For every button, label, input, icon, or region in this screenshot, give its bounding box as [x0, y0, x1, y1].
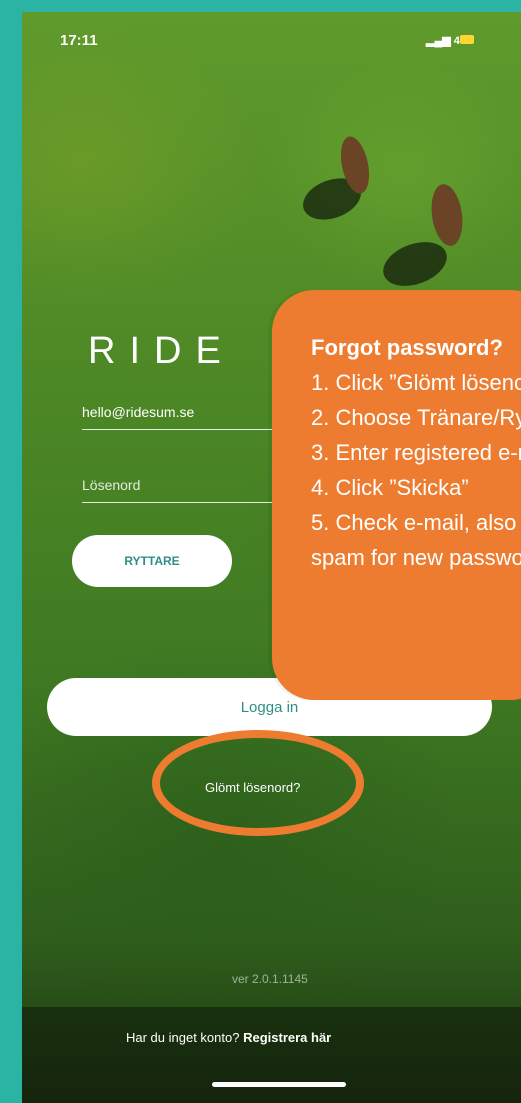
callout-title: Forgot password?: [311, 335, 503, 360]
callout-step: 1. Click ”Glömt lösenord?”: [311, 370, 521, 395]
callout-step: 5. Check e-mail, also: [311, 510, 517, 535]
version-label: ver 2.0.1.1145: [232, 972, 308, 986]
rider-toggle-button[interactable]: RYTTARE: [72, 535, 232, 587]
highlight-ring: [152, 730, 364, 836]
app-logo: RIDE: [88, 330, 235, 372]
status-time: 17:11: [60, 32, 98, 49]
callout-text: Forgot password? 1. Click ”Glömt lösenor…: [311, 330, 521, 575]
horse-image: [377, 172, 492, 302]
callout-step: 3. Enter registered e-mail: [311, 440, 521, 465]
phone-screen: 17:11 ▂▄▆ 4G RIDE RYTTARE Logga in Glömt…: [22, 12, 521, 1103]
bottom-bar: [22, 1007, 521, 1103]
battery-icon: [460, 35, 474, 44]
home-indicator: [212, 1082, 346, 1087]
callout-step: spam for new password: [311, 545, 521, 570]
instruction-callout: Forgot password? 1. Click ”Glömt lösenor…: [272, 290, 521, 700]
callout-step: 4. Click ”Skicka”: [311, 475, 469, 500]
register-link[interactable]: Registrera här: [243, 1030, 331, 1045]
status-bar: 17:11 ▂▄▆ 4G: [22, 12, 521, 62]
callout-step: 2. Choose Tränare/Ryttare: [311, 405, 521, 430]
register-prompt: Har du inget konto? Registrera här: [126, 1030, 331, 1045]
no-account-text: Har du inget konto?: [126, 1030, 240, 1045]
